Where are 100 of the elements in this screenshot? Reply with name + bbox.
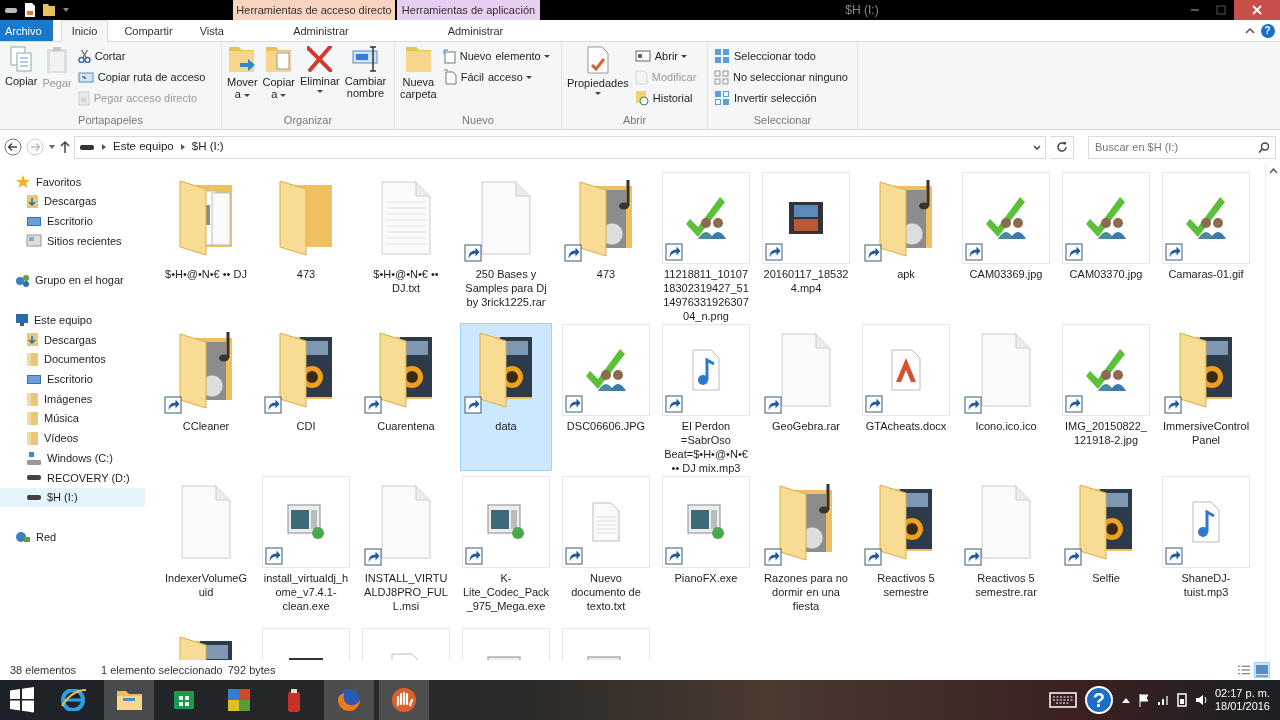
ribbon-button[interactable]: Copiar a <box>261 44 296 112</box>
close-button[interactable] <box>1234 0 1280 20</box>
keyboard-icon[interactable] <box>1048 692 1077 708</box>
file-menu-tab[interactable]: Archivo <box>0 20 53 41</box>
folder-icon[interactable] <box>42 3 56 17</box>
hand-icon <box>391 687 417 713</box>
firefox-icon <box>337 688 361 712</box>
nav-item[interactable]: Favoritos <box>0 172 150 192</box>
file-item[interactable]: IndexerVolumeGuid <box>160 475 252 623</box>
easy-access-icon <box>442 69 457 85</box>
nav-item[interactable]: Vídeos <box>0 428 150 449</box>
file-item[interactable]: ImmersiveControlPanel <box>1160 323 1252 471</box>
ribbon-tab[interactable]: Vista <box>188 20 235 41</box>
file-item[interactable]: Reactivos 5 semestre <box>860 475 952 623</box>
ribbon-tab[interactable]: Administrar <box>282 20 360 41</box>
nav-item[interactable]: Windows (C:) <box>0 448 150 468</box>
file-item[interactable]: Reactivos 5 semestre.rar <box>960 475 1052 623</box>
paste-shortcut-icon <box>77 90 90 106</box>
nav-item[interactable]: Descargas <box>0 191 150 212</box>
up-icon[interactable] <box>60 140 70 154</box>
collapse-ribbon-icon[interactable] <box>1245 27 1255 34</box>
ribbon-button[interactable]: Copiar ruta de acceso <box>75 67 208 87</box>
back-icon[interactable] <box>4 138 22 156</box>
folder-icon <box>779 483 833 561</box>
view-button[interactable] <box>1254 662 1270 678</box>
file-item[interactable]: Razones para no dormir en una fiesta <box>760 475 852 623</box>
folder-icon <box>26 411 39 427</box>
nav-item[interactable]: Este equipo <box>0 310 150 331</box>
file-item[interactable]: 473 <box>260 171 352 319</box>
nav-item[interactable]: $H (I:) <box>0 487 145 508</box>
battery-icon[interactable] <box>1176 693 1187 707</box>
ribbon-button[interactable]: Abrir <box>632 46 699 66</box>
volume-icon[interactable] <box>1194 694 1207 706</box>
file-item[interactable]: Cuarentena <box>360 323 452 471</box>
recent-places-icon <box>26 234 42 248</box>
minimize-icon[interactable] <box>1190 8 1200 12</box>
nav-item[interactable]: Sitios recientes <box>0 231 150 251</box>
dropdown-icon[interactable] <box>48 144 56 150</box>
taskbar-button[interactable] <box>379 680 429 720</box>
nav-item[interactable]: Imágenes <box>0 389 150 409</box>
folder-icon <box>26 391 39 407</box>
file-item[interactable]: Selfie <box>1060 475 1152 623</box>
nav-item[interactable]: Red <box>0 527 150 547</box>
chevron-up-icon[interactable] <box>1120 696 1131 704</box>
star-icon <box>15 174 31 190</box>
clock[interactable]: 02:17 p. m. 18/01/2016 <box>1214 687 1270 713</box>
help-button[interactable]: ? <box>1084 686 1113 714</box>
file-item[interactable]: CCleaner <box>160 323 252 471</box>
file-item[interactable]: $•H•@•N•€ •• DJ.txt <box>360 171 452 319</box>
ribbon-tab[interactable]: Administrar <box>436 20 515 41</box>
ribbon-button[interactable]: Copiar <box>4 44 39 112</box>
ribbon-button[interactable]: Historial <box>632 88 699 108</box>
windows-logo-icon <box>9 686 35 714</box>
folder-icon <box>26 430 39 446</box>
ribbon-button[interactable]: Nueva carpeta <box>399 44 438 112</box>
document-icon <box>481 181 531 255</box>
nav-item[interactable]: RECOVERY (D:) <box>0 467 150 488</box>
signal-icon[interactable] <box>1156 694 1169 706</box>
nav-item[interactable]: Escritorio <box>0 211 150 232</box>
ribbon-button[interactable]: Propiedades <box>566 44 630 112</box>
nav-item[interactable]: Grupo en el hogar <box>0 270 150 291</box>
help-button[interactable]: ? <box>1260 23 1275 38</box>
ribbon-button[interactable]: No seleccionar ninguno <box>712 67 850 87</box>
dropdown-icon[interactable] <box>1033 144 1041 150</box>
file-item[interactable]: 473 <box>560 171 652 319</box>
file-item[interactable]: CDI <box>260 323 352 471</box>
breadcrumb[interactable]: Este equipo <box>113 138 174 156</box>
ribbon-button[interactable]: Cortar <box>75 46 208 66</box>
file-item[interactable]: 250 Bases y Samples para Dj by 3rick1225.rar <box>460 171 552 319</box>
file-item[interactable]: $•H•@•N•€ •• DJ <box>160 171 252 319</box>
ribbon-button[interactable]: Seleccionar todo <box>712 46 850 66</box>
refresh-button[interactable] <box>1050 135 1074 159</box>
breadcrumb[interactable]: $H (I:) <box>191 138 224 156</box>
file-item[interactable]: Icono.ico.ico <box>960 323 1052 471</box>
ribbon-button[interactable]: Eliminar <box>298 44 341 112</box>
ribbon-button[interactable]: Invertir selección <box>712 88 850 108</box>
address-bar[interactable]: Este equipo $H (I:) <box>74 135 1046 159</box>
drive-icon <box>26 474 42 482</box>
file-item[interactable]: GeoGebra.rar <box>760 323 852 471</box>
nav-item[interactable]: Descargas <box>0 330 150 350</box>
dropdown-icon[interactable] <box>62 7 70 13</box>
nav-item[interactable]: Música <box>0 408 150 429</box>
ribbon-button[interactable]: Cambiar nombre <box>343 44 388 112</box>
ribbon-button[interactable]: Nuevo elemento <box>440 46 552 66</box>
document-icon <box>381 485 431 559</box>
file-item[interactable]: apk <box>860 171 952 319</box>
large-icons-view-icon <box>1255 663 1269 677</box>
ribbon-tab[interactable]: Compartir <box>113 20 184 41</box>
nav-item[interactable]: Documentos <box>0 349 150 370</box>
search-field[interactable]: Buscar en $H (I:) <box>1088 135 1276 159</box>
nav-item[interactable]: Escritorio <box>0 369 150 390</box>
ribbon-tab[interactable]: Inicio <box>60 20 109 42</box>
ribbon-button[interactable]: Fácil acceso <box>440 67 552 87</box>
scroll-up-icon[interactable] <box>1268 168 1278 174</box>
taskbar-button[interactable] <box>104 680 154 720</box>
file-item[interactable]: data <box>460 323 552 471</box>
document-icon[interactable] <box>24 2 36 18</box>
file-item[interactable]: INSTALL_VIRTUALDJ8PRO_FULL.msi <box>360 475 452 623</box>
flag-icon[interactable] <box>1138 692 1149 708</box>
ribbon-button[interactable]: Mover a <box>226 44 259 112</box>
